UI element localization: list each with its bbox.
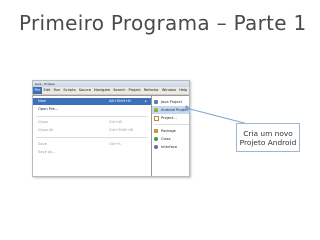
- callout-arrow: [184, 104, 249, 125]
- callout-box: Cria um novo Projeto Android: [236, 123, 300, 152]
- callout-line-2: Projeto Android: [239, 137, 297, 147]
- callout-line-1: Cria um novo: [243, 128, 293, 138]
